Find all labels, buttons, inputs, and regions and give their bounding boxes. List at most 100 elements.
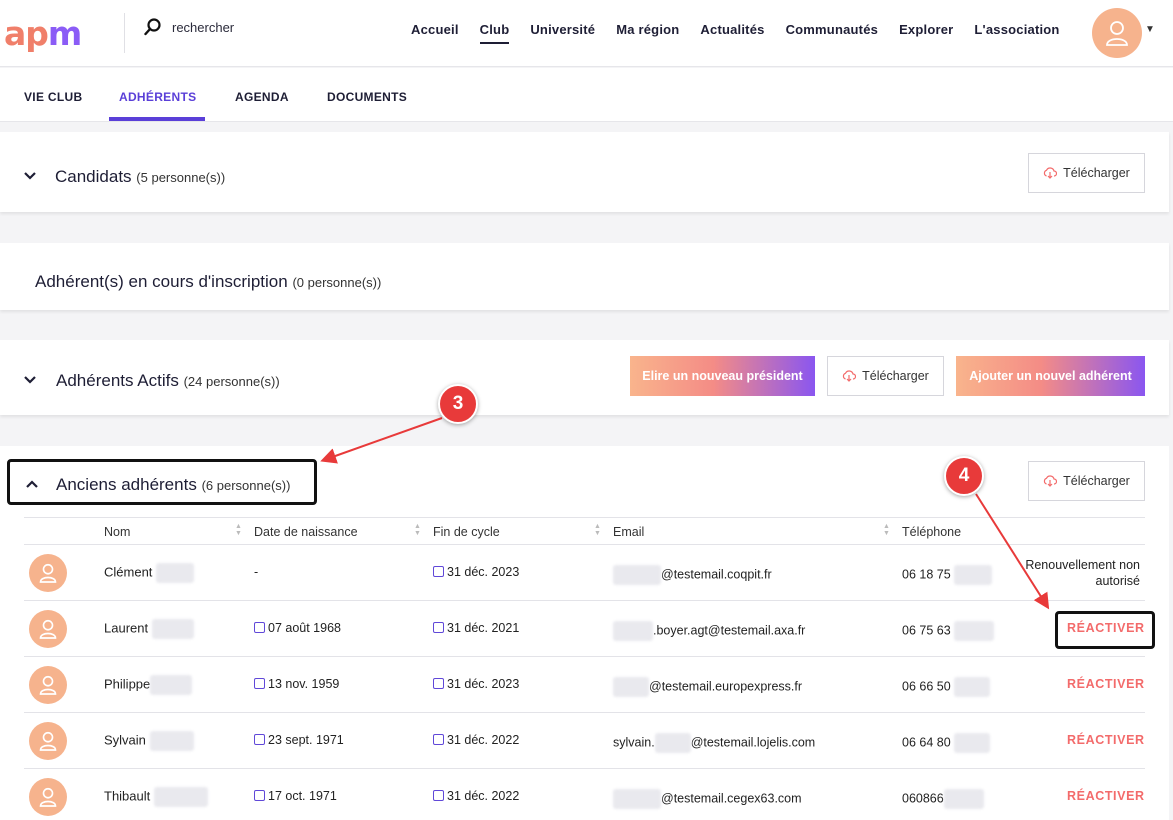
birth-date-text: 13 nov. 1959 (268, 677, 340, 691)
calendar-icon (254, 734, 265, 745)
user-icon (1106, 21, 1128, 46)
cycle-end-text: 31 déc. 2022 (447, 733, 520, 747)
cloud-download-icon (1043, 167, 1058, 179)
calendar-icon (433, 734, 444, 745)
first-name: Thibault (104, 788, 151, 804)
tab-vie-club[interactable]: VIE CLUB (24, 90, 82, 104)
birth-date: 07 août 1968 (254, 621, 341, 635)
birth-date: 13 nov. 1959 (254, 677, 339, 691)
redacted-email (613, 621, 653, 641)
redacted-phone (954, 621, 995, 641)
nav-association[interactable]: L'association (974, 22, 1059, 44)
calendar-icon (254, 622, 265, 633)
search-input[interactable]: rechercher (172, 20, 234, 35)
redacted-last-name (156, 563, 195, 583)
download-label: Télécharger (862, 369, 929, 383)
top-header: apm rechercher Accueil Club Université M… (0, 0, 1173, 67)
email: @testemail.coqpit.fr (613, 565, 772, 585)
redacted-email (613, 789, 661, 809)
user-avatar[interactable] (1092, 8, 1142, 58)
avatar (29, 722, 67, 760)
cycle-end-text: 31 déc. 2022 (447, 789, 520, 803)
avatar (29, 666, 67, 704)
sort-icon[interactable]: ▲ ▼ (235, 523, 242, 537)
avatar (29, 778, 67, 816)
logo-text-ap: ap (4, 14, 49, 53)
user-icon (39, 675, 57, 695)
add-member-button[interactable]: Ajouter un nouvel adhérent (956, 356, 1145, 396)
reactivate-button[interactable]: RÉACTIVER (1067, 789, 1145, 803)
renewal-status: Renouvellement non autorisé (1025, 558, 1140, 588)
member-name: Philippe (104, 675, 193, 695)
column-header-telephone[interactable]: Téléphone (902, 525, 961, 539)
redacted-email (613, 677, 649, 697)
table-row: Clément - 31 déc. 2023 @testemail.coqpit… (24, 545, 1145, 601)
tab-documents[interactable]: DOCUMENTS (327, 90, 407, 104)
cycle-end: 31 déc. 2023 (433, 565, 519, 579)
nav-universite[interactable]: Université (530, 22, 595, 44)
download-anciens-button[interactable]: Télécharger (1028, 461, 1145, 501)
calendar-icon (433, 622, 444, 633)
calendar-icon (254, 678, 265, 689)
tab-agenda[interactable]: AGENDA (235, 90, 289, 104)
nav-club[interactable]: Club (479, 22, 510, 44)
nav-ma-region[interactable]: Ma région (616, 22, 679, 44)
sort-icon[interactable]: ▲ ▼ (594, 523, 601, 537)
annotation-badge-4: 4 (944, 456, 984, 496)
nav-accueil[interactable]: Accueil (411, 22, 459, 44)
cycle-end-text: 31 déc. 2021 (447, 621, 520, 635)
section-title: Adhérents Actifs (24 personne(s)) (56, 371, 280, 391)
column-header-fin-cycle[interactable]: Fin de cycle (433, 525, 500, 539)
search-icon (144, 18, 161, 36)
elect-president-button[interactable]: Elire un nouveau président (630, 356, 815, 396)
phone-text: 06 75 63 (902, 623, 951, 638)
member-name: Laurent (104, 619, 194, 639)
redacted-phone (954, 733, 991, 753)
avatar (29, 554, 67, 592)
chevron-down-icon[interactable] (23, 169, 37, 183)
redacted-email (654, 733, 691, 753)
reactivate-button[interactable]: RÉACTIVER (1067, 677, 1145, 691)
first-name: Laurent (104, 620, 149, 636)
user-icon (39, 787, 57, 807)
section-title-text: Candidats (55, 167, 132, 186)
column-header-email[interactable]: Email (613, 525, 644, 539)
section-title: Adhérent(s) en cours d'inscription (0 pe… (35, 272, 381, 292)
first-name: Clément (104, 564, 153, 580)
first-name: Philippe (104, 676, 151, 692)
apm-logo[interactable]: apm (4, 14, 82, 53)
first-name: Sylvain (104, 732, 146, 748)
section-count: (0 personne(s)) (292, 275, 382, 290)
section-count: (5 personne(s)) (136, 170, 226, 185)
tab-adherents[interactable]: ADHÉRENTS (119, 90, 196, 104)
cycle-end-text: 31 déc. 2023 (447, 565, 520, 579)
birth-date: 23 sept. 1971 (254, 733, 344, 747)
redacted-phone (954, 565, 993, 585)
cycle-end: 31 déc. 2022 (433, 733, 519, 747)
chevron-down-icon[interactable] (23, 373, 37, 387)
email-text: @testemail.europexpress.fr (649, 679, 803, 694)
download-actifs-button[interactable]: Télécharger (827, 356, 944, 396)
phone: 06 75 63 (902, 621, 995, 641)
phone-text: 06 66 50 (902, 679, 951, 694)
reactivate-button[interactable]: RÉACTIVER (1067, 733, 1145, 747)
birth-date-text: 17 oct. 1971 (268, 789, 337, 803)
nav-communautes[interactable]: Communautés (786, 22, 879, 44)
section-adherents-actifs: Adhérents Actifs (24 personne(s)) Elire … (0, 340, 1169, 415)
section-title-text: Adhérents Actifs (56, 371, 179, 390)
column-header-nom[interactable]: Nom (104, 525, 130, 539)
redacted-last-name (153, 787, 208, 807)
search-box[interactable]: rechercher (144, 18, 234, 36)
nav-actualites[interactable]: Actualités (700, 22, 764, 44)
main-nav: Accueil Club Université Ma région Actual… (411, 22, 1060, 44)
email-text: @testemail.cegex63.com (661, 791, 802, 806)
header-divider (124, 13, 125, 53)
nav-explorer[interactable]: Explorer (899, 22, 953, 44)
redacted-last-name (151, 619, 194, 639)
sort-icon[interactable]: ▲ ▼ (883, 523, 890, 537)
account-menu-chevron-icon[interactable]: ▼ (1145, 24, 1155, 35)
sort-icon[interactable]: ▲ ▼ (414, 523, 421, 537)
column-header-date-naissance[interactable]: Date de naissance (254, 525, 358, 539)
calendar-icon (254, 790, 265, 801)
download-candidats-button[interactable]: Télécharger (1028, 153, 1145, 193)
